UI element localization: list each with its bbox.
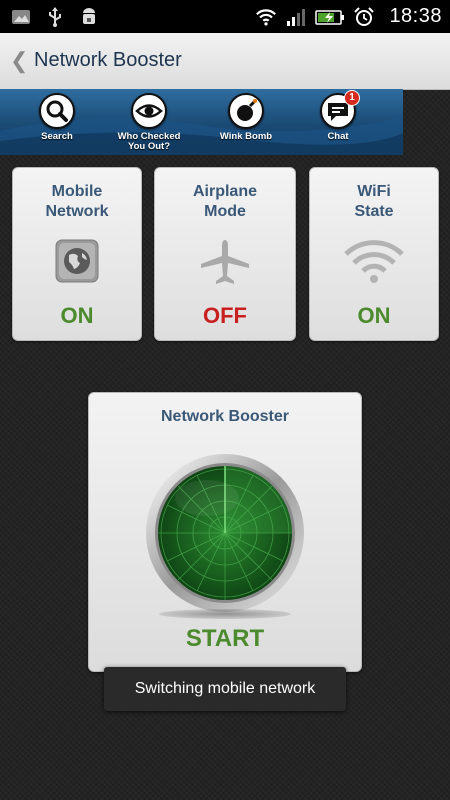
app-title: Network Booster bbox=[34, 49, 182, 71]
chat-icon: 1 bbox=[320, 90, 360, 129]
ad-item-who-checked[interactable]: Who Checked You Out? bbox=[108, 93, 190, 152]
search-icon bbox=[39, 93, 75, 129]
ad-item-chat[interactable]: 1 Chat bbox=[298, 90, 378, 142]
ad-label-wink-bomb: Wink Bomb bbox=[219, 131, 273, 142]
radar-shadow bbox=[159, 609, 291, 619]
tile-state: ON bbox=[60, 303, 94, 328]
tile-label: Mobile Network bbox=[13, 182, 141, 222]
wifi-icon bbox=[344, 240, 404, 283]
chat-badge: 1 bbox=[344, 90, 360, 106]
tile-label-line2: Mode bbox=[204, 203, 246, 220]
bomb-icon bbox=[228, 93, 264, 129]
tile-label-line1: Airplane bbox=[192, 183, 257, 200]
tile-label-line2: State bbox=[354, 203, 394, 220]
tile-label-line2: Network bbox=[45, 203, 109, 220]
battery-charging-icon bbox=[315, 9, 345, 25]
tile-state: ON bbox=[357, 303, 391, 328]
ad-label-chat: Chat bbox=[327, 131, 349, 142]
status-bar: 18:38 bbox=[0, 0, 450, 33]
ad-item-wink-bomb[interactable]: Wink Bomb bbox=[206, 93, 286, 142]
title-bar: ❮ Network Booster bbox=[0, 33, 450, 90]
eye-icon bbox=[131, 93, 167, 129]
ad-label-who-checked: Who Checked You Out? bbox=[117, 131, 181, 152]
tile-label: WiFi State bbox=[310, 182, 438, 222]
airplane-icon bbox=[201, 240, 249, 284]
booster-card[interactable]: Network Booster START bbox=[88, 392, 362, 672]
tile-label-line1: Mobile bbox=[51, 183, 103, 200]
toast-message: Switching mobile network bbox=[104, 667, 346, 711]
android-debug-icon bbox=[83, 8, 95, 24]
tile-label-line1: WiFi bbox=[357, 183, 391, 200]
start-button[interactable]: START bbox=[89, 625, 361, 653]
status-clock: 18:38 bbox=[389, 5, 442, 27]
usb-icon bbox=[49, 7, 61, 27]
ad-item-search[interactable]: Search bbox=[17, 93, 97, 142]
alarm-icon bbox=[354, 6, 375, 26]
ad-label-search: Search bbox=[41, 131, 73, 142]
booster-title: Network Booster bbox=[160, 408, 290, 425]
cell-signal-icon bbox=[287, 8, 306, 26]
wifi-signal-icon bbox=[256, 8, 277, 26]
tile-mobile-network[interactable]: Mobile Network ON bbox=[12, 167, 142, 341]
globe-icon bbox=[55, 239, 99, 283]
radar-icon[interactable] bbox=[145, 453, 305, 613]
tile-state: OFF bbox=[203, 303, 247, 328]
tile-airplane-mode[interactable]: Airplane Mode OFF bbox=[154, 167, 296, 341]
tile-label: Airplane Mode bbox=[155, 182, 295, 222]
ad-banner[interactable]: Search Who Checked You Out? Wink Bomb 1 … bbox=[0, 89, 403, 155]
chevron-left-icon[interactable]: ❮ bbox=[10, 48, 28, 74]
image-icon bbox=[12, 10, 30, 24]
tile-wifi-state[interactable]: WiFi State ON bbox=[309, 167, 439, 341]
